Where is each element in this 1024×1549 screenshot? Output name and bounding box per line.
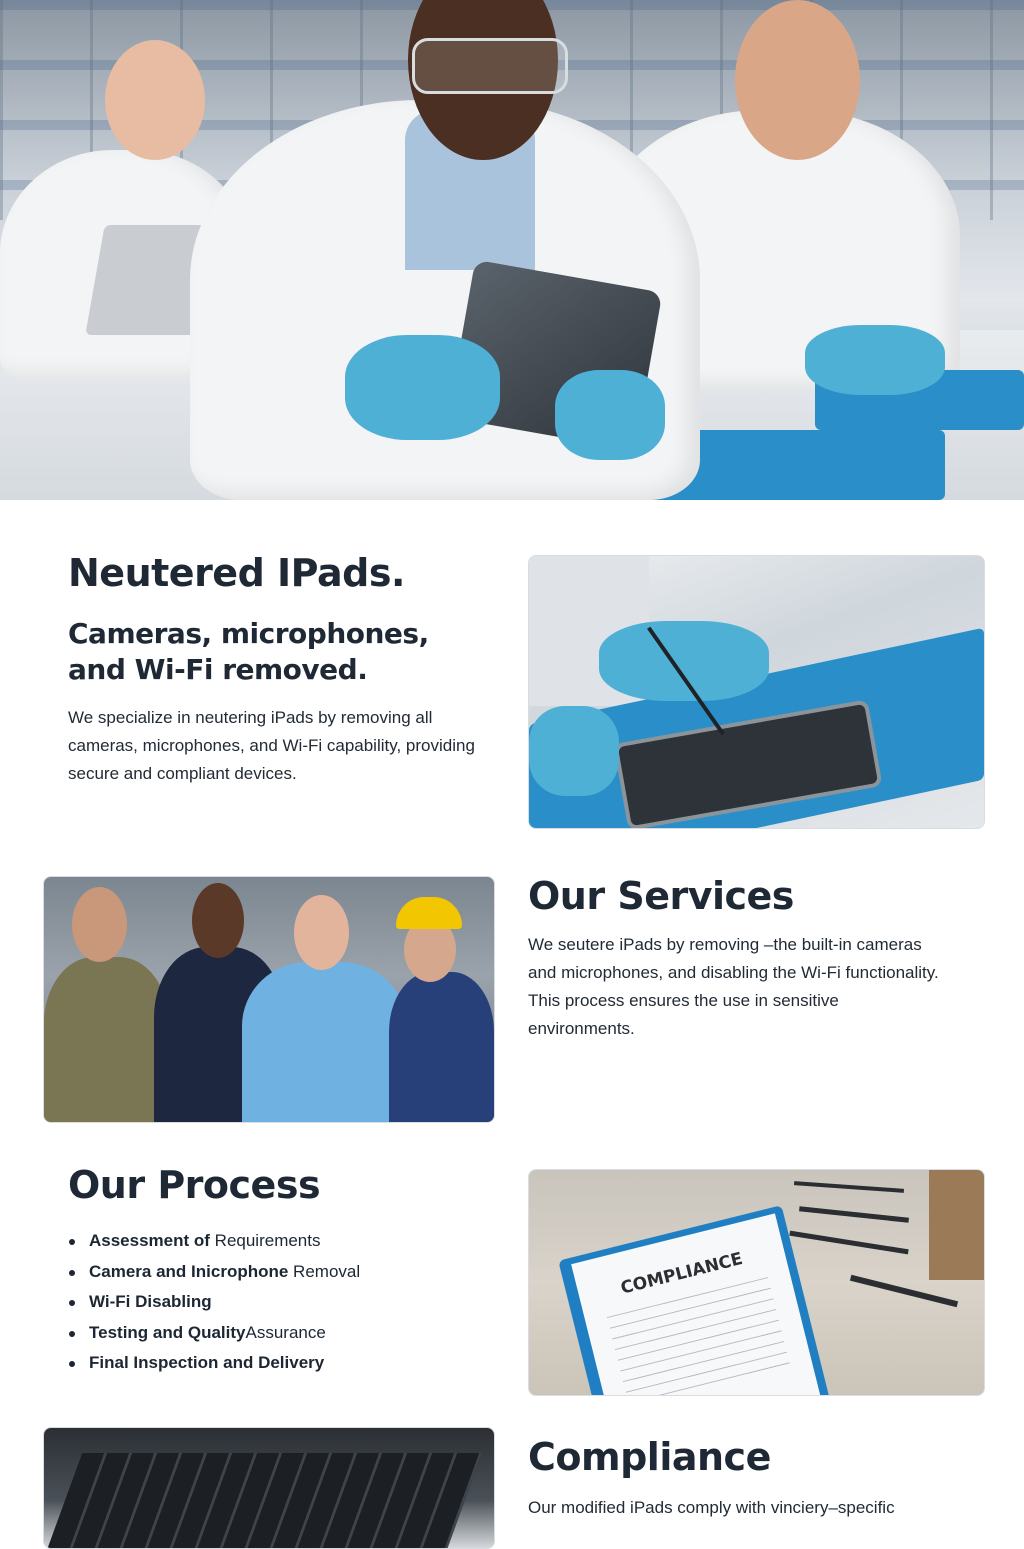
technician-right-head bbox=[735, 0, 860, 160]
tool-2 bbox=[799, 1206, 909, 1223]
repair-closeup-photo bbox=[528, 555, 985, 829]
compliance-clipboard-photo: COMPLIANCE bbox=[528, 1169, 985, 1396]
keyboard bbox=[45, 1453, 483, 1548]
intro-section: Neutered IPads. Cameras, microphones, an… bbox=[68, 552, 498, 788]
process-title: Our Process bbox=[68, 1163, 321, 1207]
glove-left-hand bbox=[345, 335, 500, 440]
list-item-rest: Removal bbox=[288, 1261, 361, 1281]
technician-left-head bbox=[105, 40, 205, 160]
list-item-bold: Testing and Quality bbox=[89, 1322, 246, 1342]
process-section: Our Process Assessment of Requirements C… bbox=[68, 1164, 498, 1379]
list-item-bold: Final Inspection and Delivery bbox=[89, 1353, 325, 1372]
list-item: Wi-Fi Disabling bbox=[68, 1287, 498, 1318]
glove-hand-2 bbox=[529, 706, 619, 796]
list-item: Camera and Inicrophone Removal bbox=[68, 1257, 498, 1288]
wood-block bbox=[929, 1170, 984, 1280]
hard-hat bbox=[396, 897, 462, 929]
tool-1 bbox=[793, 1181, 905, 1193]
page-subtitle: Cameras, microphones, and Wi-Fi removed. bbox=[68, 617, 429, 686]
soldier-head bbox=[72, 887, 127, 962]
services-section: Our Services We seutere iPads by removin… bbox=[528, 875, 968, 1043]
intro-text: We specialize in neutering iPads by remo… bbox=[68, 708, 475, 783]
compliance-text: Our modified iPads comply with vinciery–… bbox=[528, 1498, 895, 1517]
glove-right-hand bbox=[555, 370, 665, 460]
glove-hand bbox=[599, 621, 769, 701]
compliance-section: Compliance Our modified iPads comply wit… bbox=[528, 1436, 988, 1522]
nurse-head bbox=[294, 895, 349, 970]
compliance-title: Compliance bbox=[528, 1435, 771, 1479]
list-item-rest: Assurance bbox=[245, 1322, 326, 1342]
safety-glasses bbox=[412, 38, 568, 94]
page-title: Neutered IPads. bbox=[68, 551, 405, 595]
list-item-bold: Camera and Inicrophone bbox=[89, 1261, 289, 1281]
list-item-rest: Requirements bbox=[209, 1231, 321, 1250]
glove-right bbox=[805, 325, 945, 395]
workers-photo bbox=[43, 876, 495, 1123]
hero-image bbox=[0, 0, 1024, 500]
list-item-bold: Wi-Fi Disabling bbox=[89, 1292, 212, 1311]
list-item-bold: Assessment of bbox=[89, 1231, 210, 1250]
list-item: Assessment of Requirements bbox=[68, 1226, 498, 1257]
officer-head bbox=[192, 883, 244, 958]
tool-3 bbox=[789, 1230, 909, 1255]
list-item: Final Inspection and Delivery bbox=[68, 1348, 498, 1379]
nurse bbox=[242, 962, 407, 1122]
soldier bbox=[44, 957, 169, 1122]
services-title: Our Services bbox=[528, 874, 794, 918]
worker bbox=[389, 972, 494, 1122]
services-text: We seutere iPads by removing –the built-… bbox=[528, 935, 939, 1038]
process-list: Assessment of Requirements Camera and In… bbox=[68, 1226, 498, 1379]
laptop-photo bbox=[43, 1427, 495, 1549]
list-item: Testing and QualityAssurance bbox=[68, 1318, 498, 1349]
